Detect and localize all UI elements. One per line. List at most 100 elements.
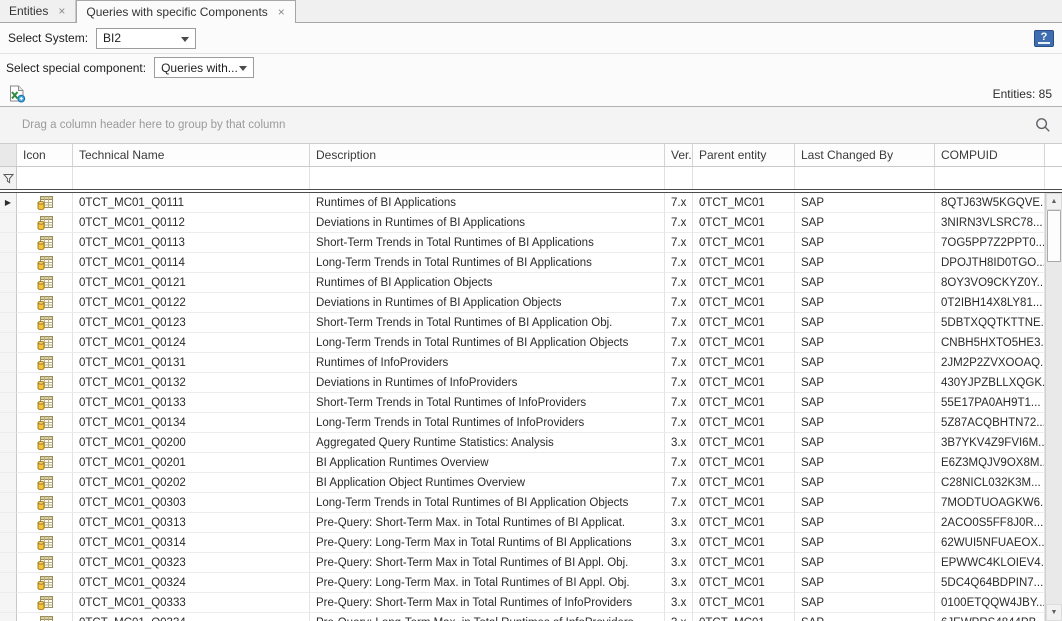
group-by-panel[interactable]: Drag a column header here to group by th… [0,107,1062,144]
version-cell: 3.x [665,553,693,573]
description-cell: Aggregated Query Runtime Statistics: Ana… [310,433,665,453]
description-cell: Pre-Query: Short-Term Max. in Total Runt… [310,513,665,533]
table-row[interactable]: ▶ [0,393,1045,413]
table-row[interactable]: ▶ [0,513,1045,533]
column-header-row: Icon Technical Name Description Ver. Par… [0,144,1062,167]
table-row[interactable]: ▶ [0,433,1045,453]
current-row-arrow-icon: ▶ [5,198,11,207]
version-cell: 7.x [665,333,693,353]
version-cell: 7.x [665,353,693,373]
last-changed-by-cell: SAP [795,513,935,533]
description-cell: Long-Term Trends in Total Runtimes of BI… [310,253,665,273]
table-row[interactable]: ▶ [0,573,1045,593]
column-header-version[interactable]: Ver. [665,144,693,166]
query-icon-cell [17,453,73,473]
scroll-down-button[interactable]: ▼ [1046,604,1062,621]
description-cell: Deviations in Runtimes of InfoProviders [310,373,665,393]
technical-name-cell: 0TCT_MC01_Q0134 [73,413,310,433]
tab-queries-with-specific-components[interactable]: Queries with specific Components × [76,0,295,23]
column-header-icon[interactable]: Icon [17,144,73,166]
last-changed-by-cell: SAP [795,413,935,433]
compuid-cell: 62WUI5NFUAEOX... [935,533,1045,553]
description-cell: Deviations in Runtimes of BI Application… [310,213,665,233]
excel-export-button[interactable] [8,84,30,104]
table-row[interactable]: ▶ [0,413,1045,433]
parent-entity-cell: 0TCT_MC01 [693,553,795,573]
table-row[interactable]: ▶ [0,453,1045,473]
last-changed-by-cell: SAP [795,593,935,613]
table-row[interactable]: ▶ [0,193,1045,213]
last-changed-by-cell: SAP [795,313,935,333]
table-row[interactable]: ▶ [0,553,1045,573]
tab-close-icon[interactable]: × [57,5,66,17]
filter-cell-parent-entity[interactable] [693,167,795,189]
row-indicator-cell: ▶ [0,433,17,453]
table-row[interactable]: ▶ [0,533,1045,553]
table-row[interactable]: ▶ [0,373,1045,393]
tab-entities[interactable]: Entities × [0,0,76,22]
row-indicator-cell: ▶ [0,613,17,621]
technical-name-cell: 0TCT_MC01_Q0122 [73,293,310,313]
table-row[interactable]: ▶ [0,233,1045,253]
filter-cell-version[interactable] [665,167,693,189]
table-row[interactable]: ▶ [0,273,1045,293]
query-icon-cell [17,233,73,253]
last-changed-by-cell: SAP [795,553,935,573]
compuid-cell: 430YJPZBLLXQGK... [935,373,1045,393]
filter-cell-compuid[interactable] [935,167,1045,189]
column-header-parent-entity[interactable]: Parent entity [693,144,795,166]
table-row[interactable]: ▶ [0,293,1045,313]
search-button[interactable] [1035,117,1051,138]
filter-cell-icon[interactable] [17,167,73,189]
version-cell: 7.x [665,193,693,213]
last-changed-by-cell: SAP [795,373,935,393]
bex-query-icon [37,616,53,621]
query-icon-cell [17,553,73,573]
last-changed-by-cell: SAP [795,453,935,473]
help-button[interactable]: ? [1034,30,1054,47]
column-header-compuid[interactable]: COMPUID [935,144,1045,166]
filter-cell-description[interactable] [310,167,665,189]
query-icon-cell [17,273,73,293]
compuid-cell: 2ACO0S5FF8J0R... [935,513,1045,533]
filter-row-indicator [0,167,17,189]
table-row[interactable]: ▶ [0,493,1045,513]
table-row[interactable]: ▶ [0,333,1045,353]
tab-close-icon[interactable]: × [277,6,286,18]
column-header-last-changed-by[interactable]: Last Changed By [795,144,935,166]
technical-name-cell: 0TCT_MC01_Q0201 [73,453,310,473]
component-toolbar: Select special component: Queries with..… [0,54,1062,81]
scrollbar-track[interactable] [1046,262,1062,604]
column-header-technical-name[interactable]: Technical Name [73,144,310,166]
compuid-cell: EPWWC4KLOIEV4... [935,553,1045,573]
table-row[interactable]: ▶ [0,473,1045,493]
column-header-description[interactable]: Description [310,144,665,166]
last-changed-by-cell: SAP [795,193,935,213]
table-row[interactable]: ▶ [0,593,1045,613]
export-toolbar: Entities: 85 [0,81,1062,106]
bex-query-icon [37,356,53,370]
query-icon-cell [17,433,73,453]
row-indicator-cell: ▶ [0,293,17,313]
bex-query-icon [37,516,53,530]
compuid-cell: 0T2IBH14X8LY81... [935,293,1045,313]
compuid-cell: 55E17PA0AH9T1... [935,393,1045,413]
scroll-up-button[interactable]: ▲ [1046,193,1062,210]
component-select[interactable]: Queries with... [154,57,254,78]
last-changed-by-cell: SAP [795,353,935,373]
table-row[interactable]: ▶ [0,353,1045,373]
scrollbar-thumb[interactable] [1047,210,1061,262]
row-indicator-cell: ▶ [0,333,17,353]
chevron-down-icon [239,66,247,71]
technical-name-cell: 0TCT_MC01_Q0123 [73,313,310,333]
system-select[interactable]: BI2 [96,28,196,49]
table-row[interactable]: ▶ [0,313,1045,333]
table-row[interactable]: ▶ [0,253,1045,273]
table-row[interactable]: ▶ [0,613,1045,621]
technical-name-cell: 0TCT_MC01_Q0314 [73,533,310,553]
table-row[interactable]: ▶ [0,213,1045,233]
description-cell: Pre-Query: Long-Term Max in Total Runtim… [310,533,665,553]
filter-cell-last-changed-by[interactable] [795,167,935,189]
filter-cell-technical-name[interactable] [73,167,310,189]
vertical-scrollbar[interactable]: ▲ ▼ [1045,193,1062,621]
